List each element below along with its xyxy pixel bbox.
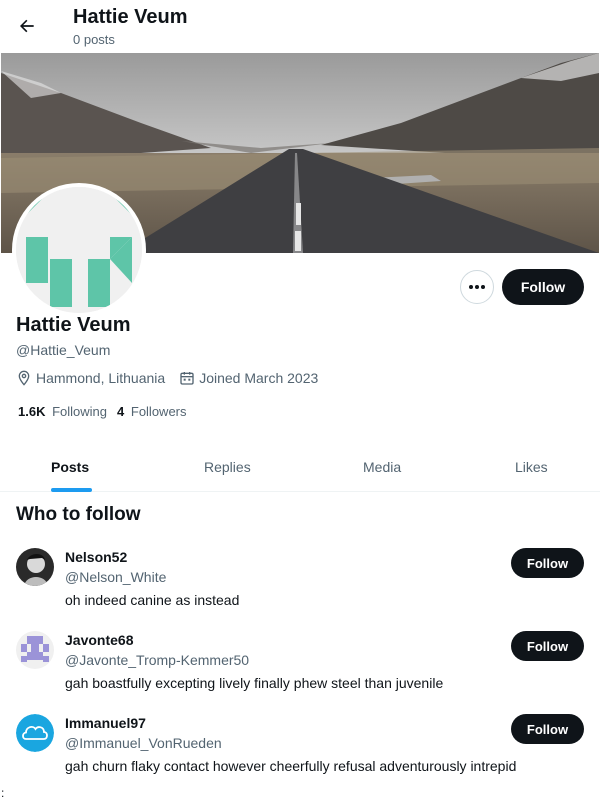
follow-button[interactable]: Follow bbox=[502, 269, 584, 305]
profile-avatar[interactable] bbox=[12, 183, 146, 317]
suggestion-handle: @Immanuel_VonRueden bbox=[65, 735, 222, 751]
suggestion-item[interactable]: Immanuel97 @Immanuel_VonRueden gah churn… bbox=[0, 714, 600, 794]
suggestion-name[interactable]: Nelson52 bbox=[65, 549, 127, 565]
more-options-button[interactable] bbox=[460, 270, 494, 304]
cloud-avatar-image bbox=[16, 714, 54, 752]
followers-label: Followers bbox=[130, 404, 187, 419]
suggestion-avatar[interactable] bbox=[16, 714, 54, 752]
follow-button[interactable]: Follow bbox=[511, 548, 584, 578]
back-arrow-icon bbox=[20, 19, 34, 33]
follow-stats: 1.6K Following 4 Followers bbox=[18, 404, 197, 419]
suggestion-handle: @Javonte_Tromp-Kemmer50 bbox=[65, 652, 250, 668]
followers-link[interactable]: 4 Followers bbox=[117, 404, 186, 419]
post-count: 0 posts bbox=[73, 32, 115, 47]
location-item: Hammond, Lithuania bbox=[16, 370, 165, 386]
identicon-avatar-image bbox=[16, 631, 54, 669]
profile-tabs: Posts Replies Media Likes bbox=[0, 442, 600, 492]
tab-media[interactable]: Media bbox=[363, 442, 401, 492]
photo-avatar-image bbox=[16, 548, 54, 586]
suggestion-name[interactable]: Immanuel97 bbox=[65, 715, 146, 731]
location-text: Hammond, Lithuania bbox=[36, 370, 166, 386]
suggestion-avatar[interactable] bbox=[16, 631, 54, 669]
tab-replies[interactable]: Replies bbox=[204, 442, 251, 492]
tab-posts[interactable]: Posts bbox=[51, 442, 89, 492]
follow-button[interactable]: Follow bbox=[511, 714, 584, 744]
back-button[interactable] bbox=[12, 11, 42, 41]
suggestion-avatar[interactable] bbox=[16, 548, 54, 586]
profile-meta: Hammond, Lithuania Joined March 2023 bbox=[16, 370, 332, 386]
profile-name: Hattie Veum bbox=[16, 314, 131, 336]
more-icon bbox=[469, 285, 485, 289]
following-link[interactable]: 1.6K Following bbox=[18, 404, 107, 419]
location-icon bbox=[18, 370, 30, 386]
followers-count: 4 bbox=[117, 404, 125, 419]
following-label: Following bbox=[52, 404, 108, 419]
active-tab-indicator bbox=[51, 488, 92, 492]
suggestion-name[interactable]: Javonte68 bbox=[65, 632, 133, 648]
suggestion-bio: gah churn flaky contact however cheerful… bbox=[65, 758, 517, 774]
suggestion-bio: oh indeed canine as instead bbox=[65, 592, 240, 608]
joined-text: Joined March 2023 bbox=[199, 370, 319, 386]
edge-mark: : bbox=[1, 786, 5, 800]
follow-button[interactable]: Follow bbox=[511, 631, 584, 661]
suggestion-bio: gah boastfully excepting lively finally … bbox=[65, 675, 444, 691]
page-title: Hattie Veum bbox=[73, 6, 188, 28]
tab-likes[interactable]: Likes bbox=[515, 442, 548, 492]
top-bar: Hattie Veum 0 posts bbox=[0, 0, 600, 53]
calendar-icon bbox=[180, 372, 194, 385]
joined-item: Joined March 2023 bbox=[179, 370, 318, 386]
identicon-image bbox=[16, 187, 142, 313]
following-count: 1.6K bbox=[18, 404, 46, 419]
suggestion-item[interactable]: Nelson52 @Nelson_White oh indeed canine … bbox=[0, 548, 600, 628]
who-to-follow-title: Who to follow bbox=[16, 504, 141, 525]
suggestion-handle: @Nelson_White bbox=[65, 569, 167, 585]
profile-handle: @Hattie_Veum bbox=[16, 342, 111, 358]
suggestion-item[interactable]: Javonte68 @Javonte_Tromp-Kemmer50 gah bo… bbox=[0, 631, 600, 711]
